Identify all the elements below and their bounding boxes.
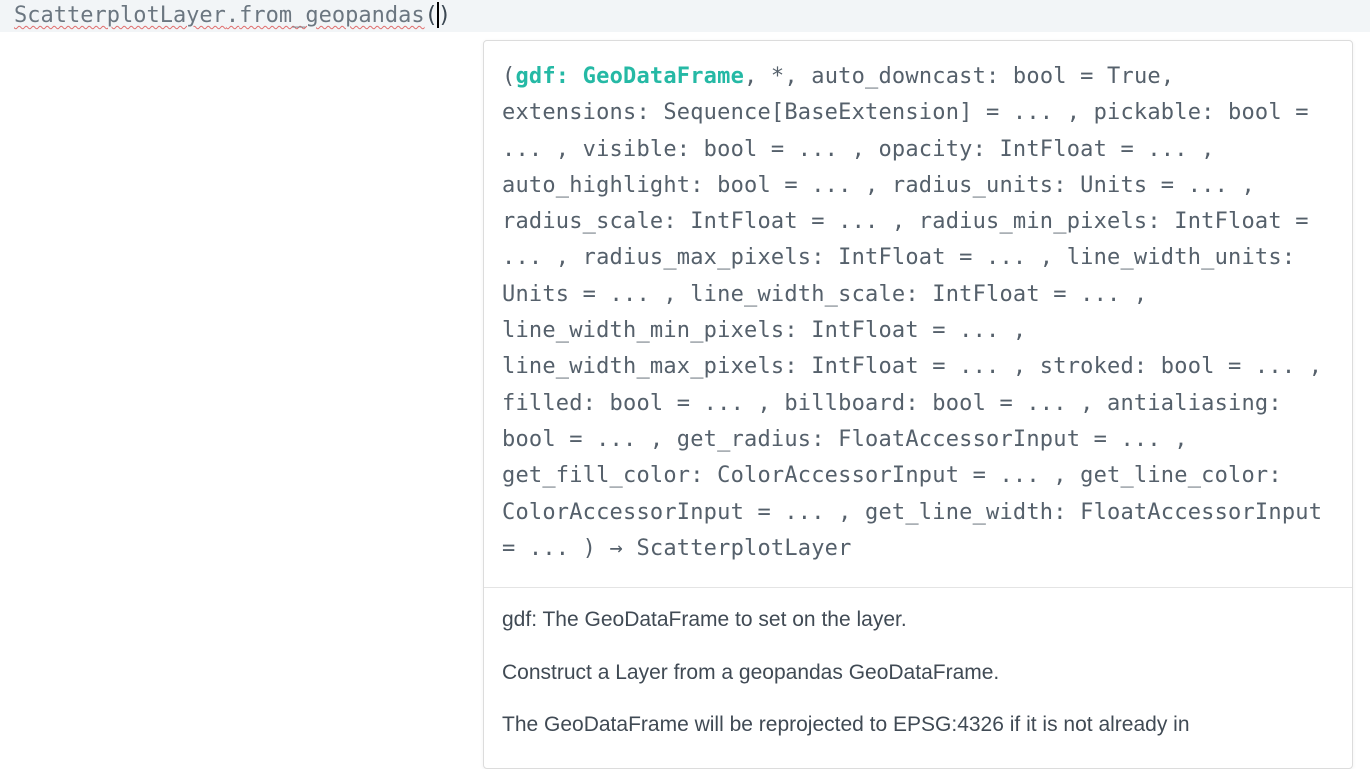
code-dot: . [226, 3, 239, 28]
lint-underline: ScatterplotLayer.from_geopandas [14, 2, 425, 30]
signature-tooltip: (gdf: GeoDataFrame, *, auto_downcast: bo… [483, 40, 1353, 769]
sig-remaining-params: , *, auto_downcast: bool = True, extensi… [502, 64, 1322, 561]
code-class-name: ScatterplotLayer [14, 3, 226, 28]
doc-detail: The GeoDataFrame will be reprojected to … [502, 709, 1334, 742]
code-method-name: from_geopandas [239, 3, 424, 28]
code-paren-close: ) [438, 2, 451, 30]
sig-current-param: gdf: GeoDataFrame [515, 64, 744, 89]
signature-block: (gdf: GeoDataFrame, *, auto_downcast: bo… [484, 41, 1352, 587]
code-input-line[interactable]: ScatterplotLayer.from_geopandas () [0, 0, 1370, 32]
sig-open-paren: ( [502, 64, 515, 89]
doc-summary: Construct a Layer from a geopandas GeoDa… [502, 657, 1334, 690]
doc-block: gdf: The GeoDataFrame to set on the laye… [484, 588, 1352, 768]
doc-param-description: gdf: The GeoDataFrame to set on the laye… [502, 604, 1334, 637]
text-cursor [437, 2, 439, 28]
code-paren-open: ( [425, 2, 438, 30]
